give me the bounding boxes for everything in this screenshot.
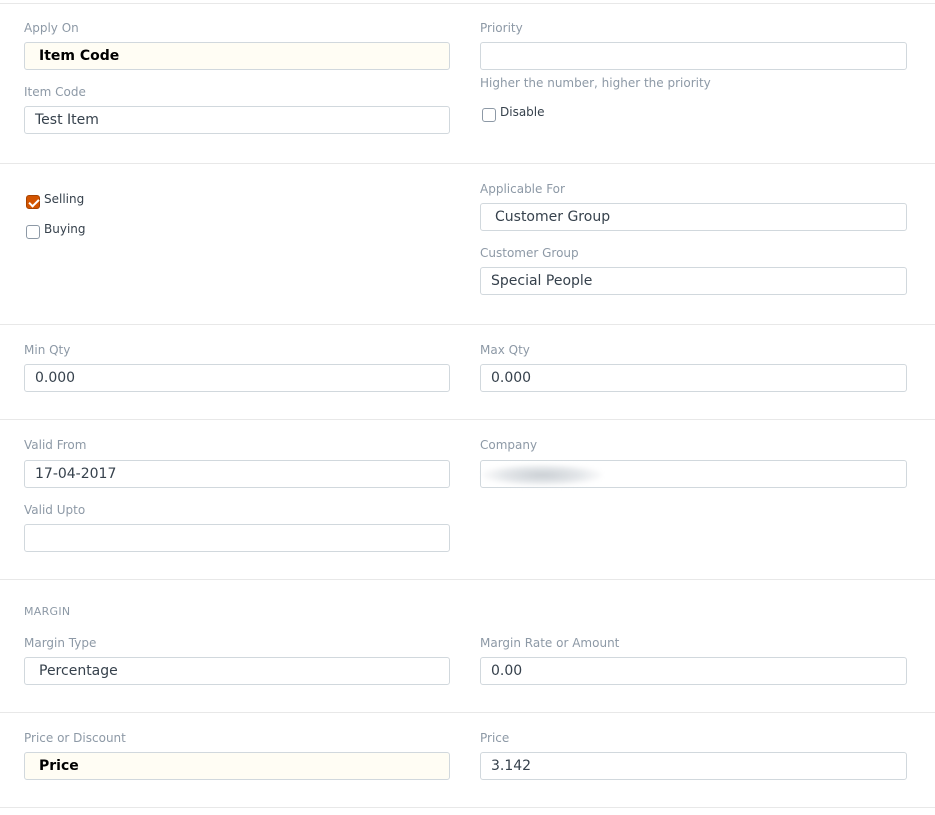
disable-label: Disable (500, 105, 545, 119)
max-qty-input[interactable]: 0.000 (480, 364, 907, 392)
min-qty-label: Min Qty (24, 343, 71, 357)
selling-checkbox[interactable] (26, 195, 40, 209)
customer-group-label: Customer Group (480, 246, 579, 260)
margin-rate-input[interactable]: 0.00 (480, 657, 907, 685)
buying-checkbox[interactable] (26, 225, 40, 239)
item-code-label: Item Code (24, 85, 86, 99)
top-divider (0, 3, 935, 4)
section-divider (0, 324, 935, 325)
apply-on-select[interactable]: Item Code (24, 42, 450, 70)
company-label: Company (480, 438, 538, 452)
priority-input[interactable] (480, 42, 907, 70)
margin-type-select[interactable]: Percentage (24, 657, 450, 685)
margin-type-label: Margin Type (24, 636, 97, 650)
price-or-discount-label: Price or Discount (24, 731, 126, 745)
applicable-for-label: Applicable For (480, 182, 565, 196)
bottom-divider (0, 807, 935, 808)
min-qty-input[interactable]: 0.000 (24, 364, 450, 392)
selling-label: Selling (44, 192, 85, 206)
valid-from-label: Valid From (24, 438, 87, 452)
price-label: Price (480, 731, 510, 745)
price-input[interactable]: 3.142 (480, 752, 907, 780)
margin-section-title: MARGIN (24, 605, 71, 618)
valid-upto-label: Valid Upto (24, 503, 86, 517)
section-divider (0, 579, 935, 580)
disable-checkbox[interactable] (482, 108, 496, 122)
apply-on-label: Apply On (24, 21, 79, 35)
section-divider (0, 163, 935, 164)
section-divider (0, 419, 935, 420)
valid-from-input[interactable]: 17-04-2017 (24, 460, 450, 488)
item-code-input[interactable]: Test Item (24, 106, 450, 134)
price-or-discount-select[interactable]: Price (24, 752, 450, 780)
redacted-company-value (482, 464, 602, 486)
applicable-for-select[interactable]: Customer Group (480, 203, 907, 231)
priority-help-text: Higher the number, higher the priority (480, 76, 711, 90)
priority-label: Priority (480, 21, 523, 35)
valid-upto-input[interactable] (24, 524, 450, 552)
margin-rate-label: Margin Rate or Amount (480, 636, 620, 650)
max-qty-label: Max Qty (480, 343, 530, 357)
buying-label: Buying (44, 222, 86, 236)
customer-group-input[interactable]: Special People (480, 267, 907, 295)
section-divider (0, 712, 935, 713)
